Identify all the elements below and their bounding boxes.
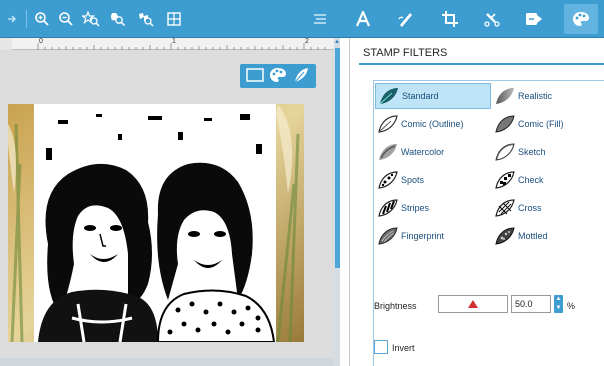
leaf-watercolor-icon: [375, 140, 401, 164]
draw-icon[interactable]: [394, 0, 418, 38]
leaf-standard-icon: [376, 84, 402, 108]
palette-icon[interactable]: [568, 0, 594, 38]
invert-checkbox[interactable]: [374, 340, 388, 354]
pan-icon[interactable]: [134, 0, 156, 38]
leaf-check-icon: [492, 168, 518, 192]
filter-label: Check: [518, 175, 544, 185]
filter-mottled[interactable]: Mottled: [492, 223, 604, 249]
feather-icon[interactable]: [292, 66, 310, 86]
panel-title-underline: [359, 63, 604, 65]
ruler-corner: [0, 38, 12, 50]
filter-label: Mottled: [518, 231, 548, 241]
palette-icon[interactable]: [269, 67, 287, 85]
align-icon[interactable]: [310, 0, 330, 38]
filter-label: Comic (Outline): [401, 119, 464, 129]
leaf-fill-icon: [492, 112, 518, 136]
ruler-number: 1: [172, 38, 176, 45]
rectangle-icon[interactable]: [246, 68, 265, 84]
brightness-slider-thumb[interactable]: [468, 300, 478, 308]
filter-label: Fingerprint: [401, 231, 445, 241]
zoom-in-icon[interactable]: [32, 0, 52, 38]
horizontal-ruler: 0 1 2: [0, 38, 334, 50]
filter-fingerprint[interactable]: Fingerprint: [375, 223, 491, 249]
filter-label: Stripes: [401, 203, 430, 213]
image-mini-toolbar: [240, 64, 316, 88]
brightness-spinner[interactable]: ▲ ▼: [554, 295, 563, 313]
brightness-input[interactable]: 50.0: [511, 295, 551, 313]
brightness-label: Brightness: [374, 301, 417, 311]
horizontal-scrollbar-track[interactable]: [0, 358, 334, 366]
zoom-out-icon[interactable]: [56, 0, 76, 38]
filter-standard[interactable]: Standard: [375, 83, 491, 109]
filter-comic-outline[interactable]: Comic (Outline): [375, 111, 491, 137]
stamped-photo[interactable]: [8, 104, 304, 342]
filter-cross[interactable]: Cross: [492, 195, 604, 221]
filter-realistic[interactable]: Realistic: [492, 83, 604, 109]
trace-icon[interactable]: [522, 0, 546, 38]
ruler-number: 2: [305, 38, 309, 45]
crop-icon[interactable]: [438, 0, 462, 38]
filter-label: Realistic: [518, 91, 553, 101]
leaf-spots-icon: [375, 168, 401, 192]
filter-stripes[interactable]: Stripes: [375, 195, 491, 221]
text-icon[interactable]: [352, 0, 374, 38]
filter-spots[interactable]: Spots: [375, 167, 491, 193]
filter-label: Comic (Fill): [518, 119, 564, 129]
brightness-unit: %: [567, 301, 576, 311]
filter-label: Sketch: [518, 147, 546, 157]
filter-watercolor[interactable]: Watercolor: [375, 139, 491, 165]
leaf-realistic-icon: [492, 84, 518, 108]
knife-icon[interactable]: [480, 0, 504, 38]
grid-icon[interactable]: [164, 0, 184, 38]
filter-check[interactable]: Check: [492, 167, 604, 193]
filter-label: Watercolor: [401, 147, 445, 157]
filter-grid: Standard Realistic Comic (Outline) Comic…: [373, 80, 604, 366]
arrow-icon[interactable]: [2, 0, 22, 38]
leaf-cross-icon: [492, 196, 518, 220]
main-toolbar: [0, 0, 604, 38]
filter-label: Spots: [401, 175, 425, 185]
leaf-stripes-icon: [375, 196, 401, 220]
invert-label: Invert: [392, 343, 415, 353]
toolbar-separator: [26, 10, 27, 28]
ruler-number: 0: [39, 38, 43, 45]
filter-label: Cross: [518, 203, 542, 213]
panel-title: STAMP FILTERS: [363, 47, 448, 59]
filter-comic-fill[interactable]: Comic (Fill): [492, 111, 604, 137]
vertical-scrollbar-thumb[interactable]: [335, 48, 340, 268]
filter-sketch[interactable]: Sketch: [492, 139, 604, 165]
leaf-mottled-icon: [492, 224, 518, 248]
leaf-sketch-icon: [492, 140, 518, 164]
filter-label: Standard: [402, 91, 439, 101]
zoom-selection-icon[interactable]: [106, 0, 128, 38]
stamp-filters-panel: STAMP FILTERS Standard Realistic Comic (…: [349, 38, 604, 366]
zoom-fit-icon[interactable]: [80, 0, 102, 38]
leaf-outline-icon: [375, 112, 401, 136]
scroll-up-arrow-icon[interactable]: ▲: [334, 38, 340, 46]
leaf-fingerprint-icon: [375, 224, 401, 248]
